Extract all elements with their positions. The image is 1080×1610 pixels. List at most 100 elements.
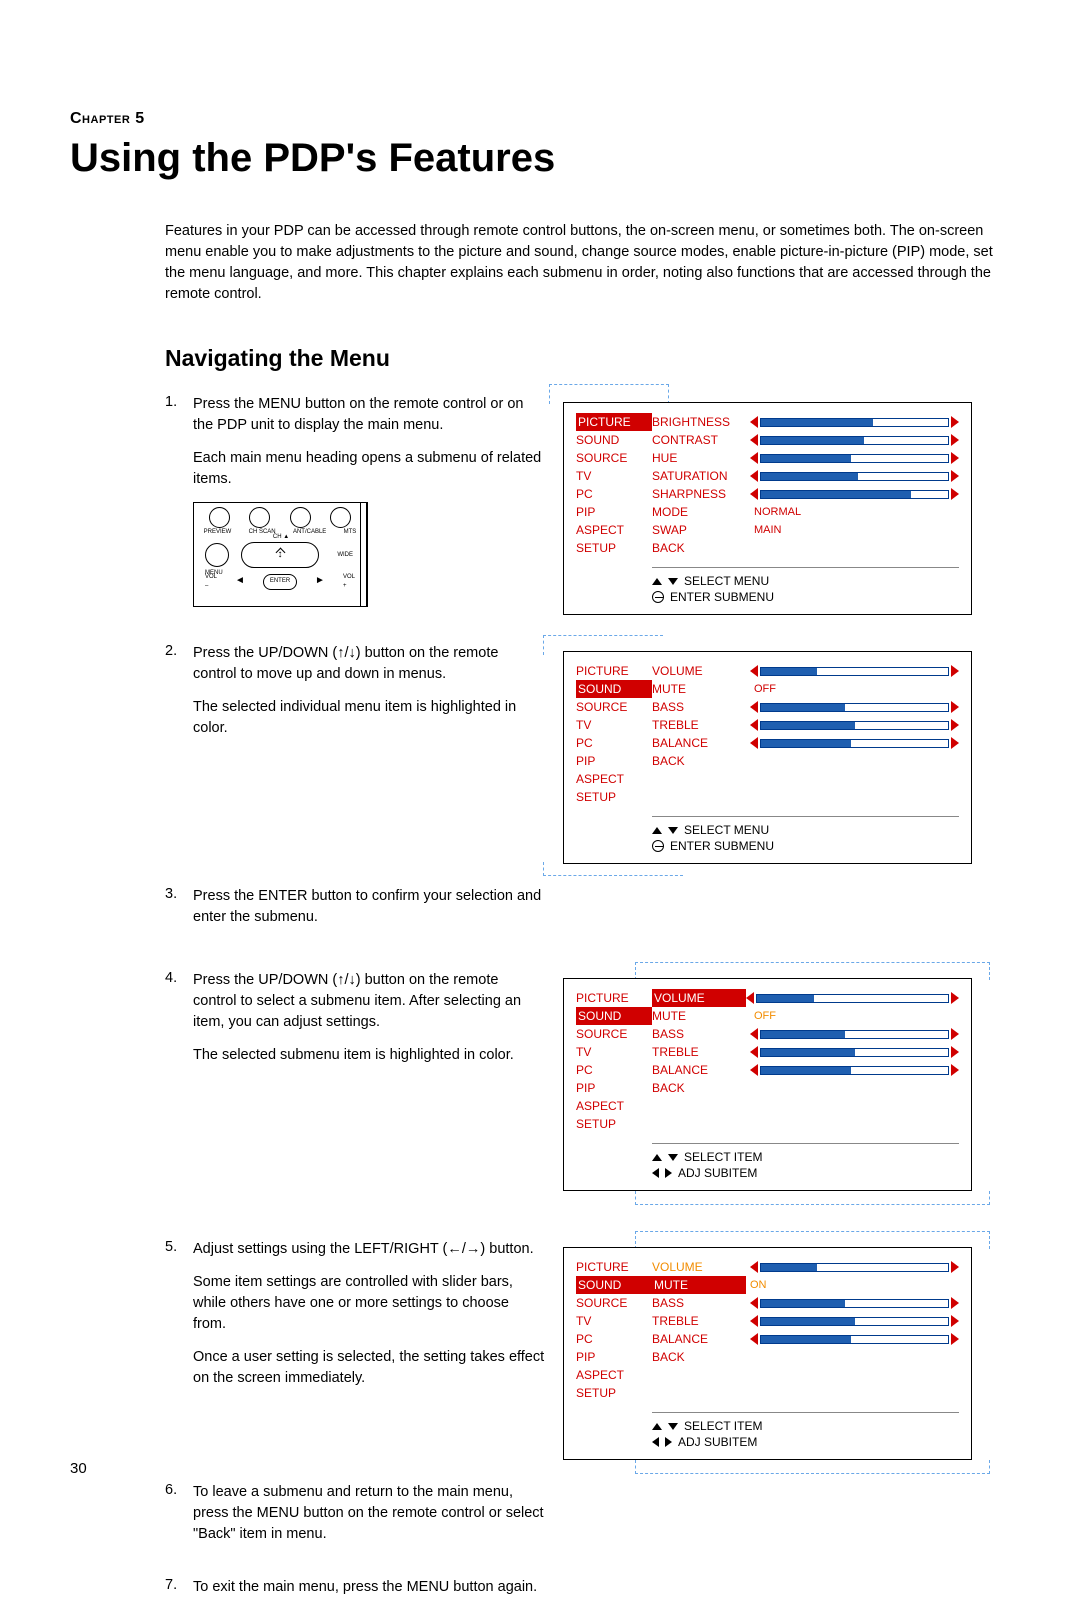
step-body: To exit the main menu, press the MENU bu… xyxy=(193,1577,537,1610)
osd-menu-item: ASPECT xyxy=(576,521,652,539)
osd-sub-control xyxy=(750,1315,959,1327)
osd-menu-item: PC xyxy=(576,485,652,503)
osd-hint: SELECT ITEMADJ SUBITEM xyxy=(652,1143,959,1190)
osd-sub-label: TREBLE xyxy=(652,1312,750,1330)
osd-sub-control xyxy=(750,1261,959,1273)
osd-sub-label: BACK xyxy=(652,752,750,770)
osd-hint: SELECT ITEMADJ SUBITEM xyxy=(652,1412,959,1459)
chapter-label: Chapter 5 xyxy=(70,110,1010,128)
osd-sub-control: MAIN xyxy=(750,522,959,539)
osd-sub-control xyxy=(750,452,959,464)
section-heading: Navigating the Menu xyxy=(165,345,1010,372)
osd-sub-label: BACK xyxy=(652,1348,750,1366)
osd-menu-item: PICTURE xyxy=(576,413,652,431)
osd-sub-control xyxy=(750,488,959,500)
osd-sub-label: BALANCE xyxy=(652,1061,750,1079)
osd-screenshot-2: PICTURESOUNDSOURCETVPCPIPASPECTSETUP VOLU… xyxy=(555,643,980,872)
osd-menu-item: SETUP xyxy=(576,1384,652,1402)
osd-menu-item: SOURCE xyxy=(576,449,652,467)
osd-menu-item: SOUND xyxy=(576,431,652,449)
osd-hint: SELECT MENUENTER SUBMENU xyxy=(652,567,959,614)
step-number: 3. xyxy=(165,886,193,940)
osd-sub-label: TREBLE xyxy=(652,1043,750,1061)
osd-menu-item: SOUND xyxy=(576,1007,652,1025)
osd-menu-item: PC xyxy=(576,1330,652,1348)
step-number: 5. xyxy=(165,1239,193,1401)
osd-sub-label: SHARPNESS xyxy=(652,485,750,503)
osd-menu-item: TV xyxy=(576,1312,652,1330)
osd-sub-label: MUTE xyxy=(652,1276,746,1294)
osd-menu-item: SOURCE xyxy=(576,698,652,716)
osd-sub-label: VOLUME xyxy=(652,989,746,1007)
page-number: 30 xyxy=(70,1460,87,1477)
osd-menu-item: PICTURE xyxy=(576,662,652,680)
osd-sub-label: TREBLE xyxy=(652,716,750,734)
osd-menu-item: ASPECT xyxy=(576,1097,652,1115)
osd-hint: SELECT MENUENTER SUBMENU xyxy=(652,816,959,863)
osd-sub-control xyxy=(750,1046,959,1058)
osd-sub-control xyxy=(750,701,959,713)
osd-sub-label: BALANCE xyxy=(652,1330,750,1348)
osd-sub-label: SATURATION xyxy=(652,467,750,485)
osd-menu-item: SOUND xyxy=(576,680,652,698)
osd-menu-item: TV xyxy=(576,1043,652,1061)
osd-menu-item: PC xyxy=(576,1061,652,1079)
osd-menu-item: PICTURE xyxy=(576,1258,652,1276)
osd-menu-item: SOUND xyxy=(576,1276,652,1294)
step-body: Press the UP/DOWN (↑/↓) button on the re… xyxy=(193,970,545,1078)
osd-sub-label: BACK xyxy=(652,539,750,557)
page-title: Using the PDP's Features xyxy=(70,136,1010,181)
osd-sub-control: OFF xyxy=(750,1008,959,1025)
step-number: 1. xyxy=(165,394,193,617)
osd-sub-control: OFF xyxy=(750,681,959,698)
osd-sub-label: BALANCE xyxy=(652,734,750,752)
osd-sub-label: MUTE xyxy=(652,680,750,698)
osd-menu-item: PICTURE xyxy=(576,989,652,1007)
remote-illustration: PREVIEWCH SCANANT/CABLEMTS MENU CH ▲ ↕ W… xyxy=(193,502,368,607)
osd-menu-item: ASPECT xyxy=(576,770,652,788)
osd-sub-control xyxy=(750,416,959,428)
osd-sub-label: SWAP xyxy=(652,521,750,539)
osd-screenshot-4: PICTURESOUNDSOURCETVPCPIPASPECTSETUP VOLU… xyxy=(555,1239,980,1468)
osd-sub-control xyxy=(750,737,959,749)
osd-menu-item: SETUP xyxy=(576,539,652,557)
osd-sub-label: BACK xyxy=(652,1079,750,1097)
osd-menu-item: PC xyxy=(576,734,652,752)
osd-sub-label: BASS xyxy=(652,698,750,716)
osd-menu-item: ASPECT xyxy=(576,1366,652,1384)
osd-sub-control xyxy=(750,1064,959,1076)
osd-sub-control xyxy=(750,1297,959,1309)
osd-sub-control xyxy=(750,1333,959,1345)
osd-menu-item: PIP xyxy=(576,1348,652,1366)
step-number: 7. xyxy=(165,1577,193,1610)
osd-menu-item: PIP xyxy=(576,1079,652,1097)
step-body: Press the MENU button on the remote cont… xyxy=(193,394,545,617)
osd-sub-control: NORMAL xyxy=(750,504,959,521)
step-number: 4. xyxy=(165,970,193,1078)
osd-sub-label: BRIGHTNESS xyxy=(652,413,750,431)
osd-menu-item: SETUP xyxy=(576,1115,652,1133)
osd-sub-label: VOLUME xyxy=(652,662,750,680)
osd-menu-item: PIP xyxy=(576,503,652,521)
osd-screenshot-1: PICTURESOUNDSOURCETVPCPIPASPECTSETUPBRIG… xyxy=(555,394,980,623)
osd-sub-control xyxy=(750,470,959,482)
osd-menu-item: SOURCE xyxy=(576,1294,652,1312)
step-body: To leave a submenu and return to the mai… xyxy=(193,1482,545,1557)
osd-menu-item: TV xyxy=(576,716,652,734)
osd-sub-label: VOLUME xyxy=(652,1258,750,1276)
osd-sub-label: MUTE xyxy=(652,1007,750,1025)
osd-sub-control xyxy=(746,992,959,1004)
osd-sub-label: CONTRAST xyxy=(652,431,750,449)
osd-sub-control xyxy=(750,719,959,731)
osd-sub-control xyxy=(750,1028,959,1040)
step-body: Press the UP/DOWN (↑/↓) button on the re… xyxy=(193,643,545,751)
intro-paragraph: Features in your PDP can be accessed thr… xyxy=(165,221,1010,305)
osd-menu-item: PIP xyxy=(576,752,652,770)
step-body: Adjust settings using the LEFT/RIGHT (←/… xyxy=(193,1239,545,1401)
osd-sub-label: BASS xyxy=(652,1294,750,1312)
osd-menu-item: SETUP xyxy=(576,788,652,806)
osd-sub-control: ON xyxy=(746,1277,959,1294)
step-number: 6. xyxy=(165,1482,193,1557)
step-number: 2. xyxy=(165,643,193,751)
osd-menu-item: SOURCE xyxy=(576,1025,652,1043)
